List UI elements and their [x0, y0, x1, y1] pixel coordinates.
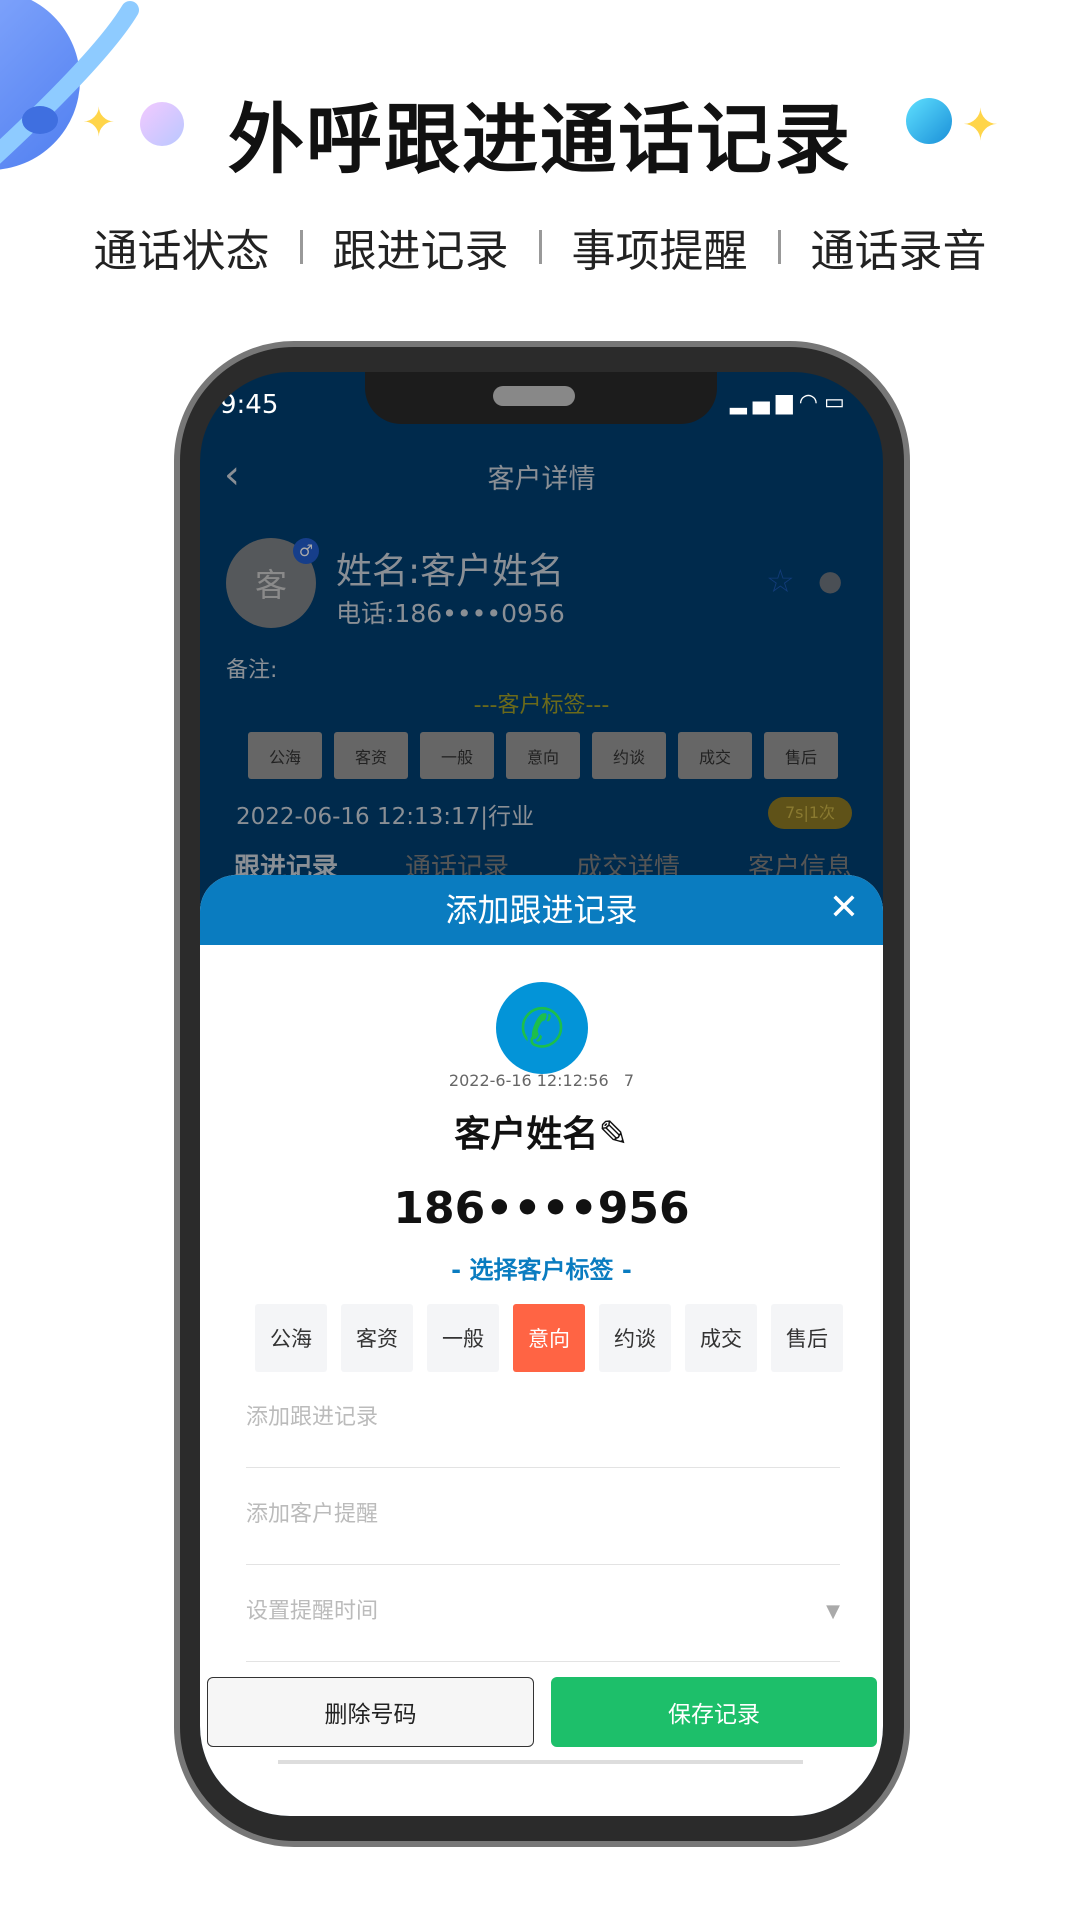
detail-tag: 意向: [506, 732, 580, 779]
detail-tag: 约谈: [592, 732, 666, 779]
notch: [365, 372, 717, 424]
add-followup-modal: 添加跟进记录 ✕ ✆ 2022-6-16 12:12:56 7 客户姓名✎ 18…: [200, 875, 883, 1816]
banner-title: 外呼跟进通话记录: [228, 95, 852, 184]
feature-item: 通话状态: [93, 226, 270, 277]
battery-icon: ▭: [823, 390, 851, 415]
feature-list: 通话状态 跟进记录 事项提醒 通话录音: [0, 215, 1080, 279]
modal-phone-number: 186••••956: [393, 1183, 690, 1234]
male-icon: ♂: [293, 538, 319, 564]
tag-option-selected[interactable]: 意向: [513, 1304, 585, 1372]
customer-name: 姓名:客户姓名: [336, 551, 565, 592]
reminder-input[interactable]: 添加客户提醒: [246, 1485, 840, 1565]
detail-tag: 公海: [248, 732, 322, 779]
status-time: 9:45: [220, 390, 279, 420]
tag-option[interactable]: 成交: [685, 1304, 757, 1372]
detail-tag: 成交: [678, 732, 752, 779]
modal-customer-name[interactable]: 客户姓名✎: [200, 1105, 883, 1157]
tag-option[interactable]: 客资: [341, 1304, 413, 1372]
feature-item: 事项提醒: [571, 226, 748, 277]
header-title: 客户详情: [487, 464, 596, 495]
select-tags-label: - 选择客户标签 -: [451, 1256, 632, 1284]
divider: [299, 230, 303, 264]
edit-icon[interactable]: ✎: [598, 1114, 628, 1155]
tag-option[interactable]: 公海: [255, 1304, 327, 1372]
feature-item: 通话录音: [810, 226, 987, 277]
call-connected-icon: ✆: [496, 982, 588, 1074]
detail-tag: 客资: [334, 732, 408, 779]
save-record-button[interactable]: 保存记录: [551, 1677, 877, 1747]
reminder-time-select[interactable]: 设置提醒时间 ▼: [246, 1582, 840, 1662]
feature-item: 跟进记录: [332, 226, 509, 277]
divider: [777, 230, 781, 264]
speaker: [493, 386, 575, 406]
status-icons: ▂▄▆◠▭: [730, 390, 851, 415]
record-line: 2022-06-16 12:13:17|行业: [236, 804, 535, 830]
divider: [538, 230, 542, 264]
time-placeholder: 设置提醒时间: [246, 1599, 379, 1624]
star-icon[interactable]: ☆: [766, 562, 795, 600]
delete-number-button[interactable]: 删除号码: [207, 1677, 534, 1747]
tag-option[interactable]: 一般: [427, 1304, 499, 1372]
followup-input[interactable]: 添加跟进记录: [246, 1388, 840, 1468]
customer-phone: 电话:186••••0956: [336, 599, 565, 628]
tags-title: ---客户标签---: [473, 693, 610, 718]
call-time: 2022-6-16 12:12:56 7: [448, 1071, 635, 1090]
dropdown-arrow-icon: ▼: [826, 1601, 840, 1622]
signal-icon: ▂▄▆: [730, 390, 799, 415]
wechat-icon[interactable]: ●: [818, 564, 842, 597]
duration-badge: 7s|1次: [768, 797, 852, 829]
tag-option[interactable]: 约谈: [599, 1304, 671, 1372]
close-icon[interactable]: ✕: [829, 887, 859, 928]
tag-option[interactable]: 售后: [771, 1304, 843, 1372]
detail-tag: 售后: [764, 732, 838, 779]
modal-title: 添加跟进记录: [200, 875, 883, 945]
wifi-icon: ◠: [798, 390, 824, 415]
detail-tag: 一般: [420, 732, 494, 779]
customer-name-text: 客户姓名: [454, 1114, 599, 1155]
remark-label: 备注:: [226, 658, 278, 683]
phone-screen: 9:45 ▂▄▆◠▭ ‹ 客户详情 客 ♂ 姓名:客户姓名 电话:186••••…: [200, 372, 883, 1816]
bottom-divider: [278, 1760, 803, 1764]
